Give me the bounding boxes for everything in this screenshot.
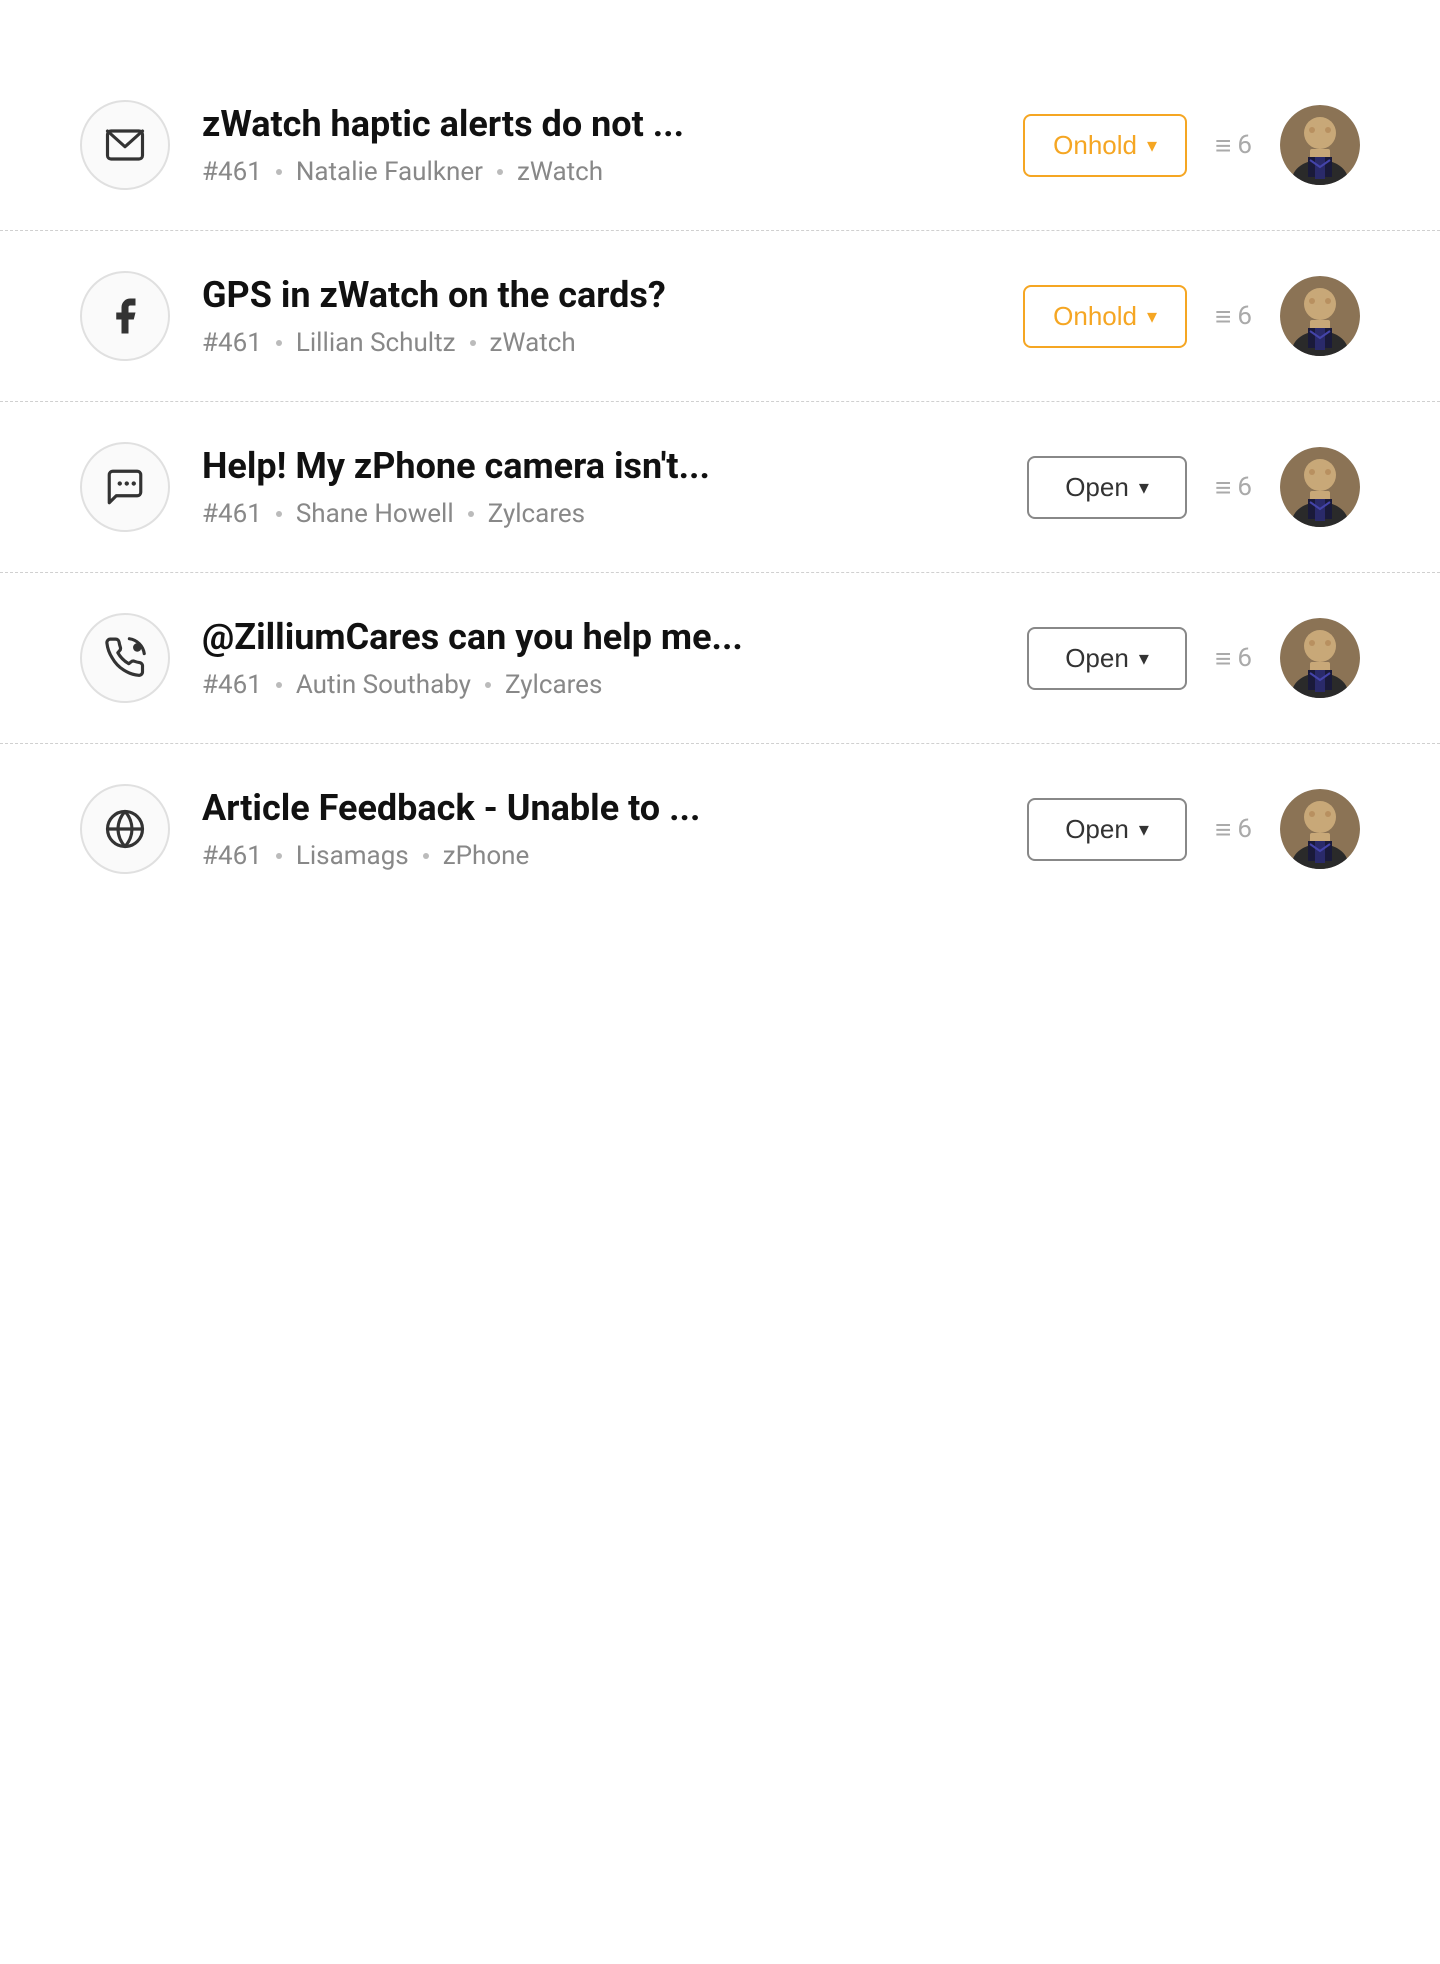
meta-dot — [276, 340, 282, 346]
lines-icon: ≡ — [1215, 471, 1231, 504]
status-button[interactable]: Onhold ▾ — [1023, 285, 1187, 348]
ticket-actions: Open ▾ ≡ 6 — [1027, 618, 1360, 698]
ticket-list: zWatch haptic alerts do not ... #461 Nat… — [0, 0, 1440, 974]
ticket-count-wrap: ≡ 6 — [1215, 300, 1252, 333]
ticket-number: #461 — [202, 670, 262, 700]
ticket-info: Article Feedback - Unable to ... #461 Li… — [202, 787, 995, 871]
status-button[interactable]: Open ▾ — [1027, 798, 1187, 861]
ticket-product: zWatch — [517, 157, 603, 187]
meta-dot — [497, 169, 503, 175]
agent-avatar — [1280, 789, 1360, 869]
ticket-count: 6 — [1237, 814, 1252, 844]
meta-dot — [276, 511, 282, 517]
ticket-product: Zylcares — [505, 670, 602, 700]
meta-dot — [468, 511, 474, 517]
lines-icon: ≡ — [1215, 129, 1231, 162]
ticket-count-wrap: ≡ 6 — [1215, 642, 1252, 675]
chevron-down-icon: ▾ — [1147, 133, 1157, 158]
chevron-down-icon: ▾ — [1139, 646, 1149, 671]
chevron-down-icon: ▾ — [1147, 304, 1157, 329]
status-button[interactable]: Open ▾ — [1027, 456, 1187, 519]
ticket-item: zWatch haptic alerts do not ... #461 Nat… — [0, 60, 1440, 231]
ticket-count: 6 — [1237, 130, 1252, 160]
status-label: Open — [1065, 814, 1129, 845]
ticket-actions: Onhold ▾ ≡ 6 — [1023, 276, 1360, 356]
ticket-user: Autin Southaby — [296, 670, 471, 700]
ticket-info: Help! My zPhone camera isn't... #461 Sha… — [202, 445, 995, 529]
ticket-meta: #461 Autin Southaby Zylcares — [202, 670, 995, 700]
ticket-meta: #461 Lisamags zPhone — [202, 841, 995, 871]
ticket-info: @ZilliumCares can you help me... #461 Au… — [202, 616, 995, 700]
ticket-number: #461 — [202, 157, 262, 187]
ticket-user: Lisamags — [296, 841, 409, 871]
status-label: Onhold — [1053, 130, 1137, 161]
meta-dot — [485, 682, 491, 688]
lines-icon: ≡ — [1215, 642, 1231, 675]
ticket-number: #461 — [202, 841, 262, 871]
ticket-user: Natalie Faulkner — [296, 157, 483, 187]
chevron-down-icon: ▾ — [1139, 475, 1149, 500]
ticket-number: #461 — [202, 499, 262, 529]
ticket-count-wrap: ≡ 6 — [1215, 471, 1252, 504]
status-label: Open — [1065, 472, 1129, 503]
chat-icon — [80, 442, 170, 532]
ticket-user: Shane Howell — [296, 499, 454, 529]
ticket-info: GPS in zWatch on the cards? #461 Lillian… — [202, 274, 991, 358]
meta-dot — [276, 853, 282, 859]
status-button[interactable]: Onhold ▾ — [1023, 114, 1187, 177]
ticket-title: @ZilliumCares can you help me... — [202, 616, 995, 658]
ticket-title: Help! My zPhone camera isn't... — [202, 445, 995, 487]
ticket-title: zWatch haptic alerts do not ... — [202, 103, 991, 145]
ticket-count-wrap: ≡ 6 — [1215, 813, 1252, 846]
ticket-title: GPS in zWatch on the cards? — [202, 274, 991, 316]
meta-dot — [276, 682, 282, 688]
ticket-item: Article Feedback - Unable to ... #461 Li… — [0, 744, 1440, 914]
agent-avatar — [1280, 618, 1360, 698]
meta-dot — [470, 340, 476, 346]
agent-avatar — [1280, 276, 1360, 356]
meta-dot — [423, 853, 429, 859]
ticket-count: 6 — [1237, 472, 1252, 502]
ticket-product: zWatch — [490, 328, 576, 358]
ticket-meta: #461 Shane Howell Zylcares — [202, 499, 995, 529]
agent-avatar — [1280, 105, 1360, 185]
ticket-count-wrap: ≡ 6 — [1215, 129, 1252, 162]
ticket-item: Help! My zPhone camera isn't... #461 Sha… — [0, 402, 1440, 573]
ticket-user: Lillian Schultz — [296, 328, 456, 358]
status-button[interactable]: Open ▾ — [1027, 627, 1187, 690]
facebook-icon — [80, 271, 170, 361]
ticket-title: Article Feedback - Unable to ... — [202, 787, 995, 829]
lines-icon: ≡ — [1215, 813, 1231, 846]
ticket-meta: #461 Natalie Faulkner zWatch — [202, 157, 991, 187]
phone-icon — [80, 613, 170, 703]
status-label: Onhold — [1053, 301, 1137, 332]
status-label: Open — [1065, 643, 1129, 674]
ticket-count: 6 — [1237, 301, 1252, 331]
email-icon — [80, 100, 170, 190]
ticket-count: 6 — [1237, 643, 1252, 673]
meta-dot — [276, 169, 282, 175]
globe-icon — [80, 784, 170, 874]
ticket-actions: Open ▾ ≡ 6 — [1027, 789, 1360, 869]
ticket-info: zWatch haptic alerts do not ... #461 Nat… — [202, 103, 991, 187]
ticket-actions: Open ▾ ≡ 6 — [1027, 447, 1360, 527]
agent-avatar — [1280, 447, 1360, 527]
ticket-product: zPhone — [443, 841, 530, 871]
ticket-product: Zylcares — [488, 499, 585, 529]
ticket-number: #461 — [202, 328, 262, 358]
chevron-down-icon: ▾ — [1139, 817, 1149, 842]
ticket-meta: #461 Lillian Schultz zWatch — [202, 328, 991, 358]
lines-icon: ≡ — [1215, 300, 1231, 333]
ticket-actions: Onhold ▾ ≡ 6 — [1023, 105, 1360, 185]
ticket-item: @ZilliumCares can you help me... #461 Au… — [0, 573, 1440, 744]
ticket-item: GPS in zWatch on the cards? #461 Lillian… — [0, 231, 1440, 402]
